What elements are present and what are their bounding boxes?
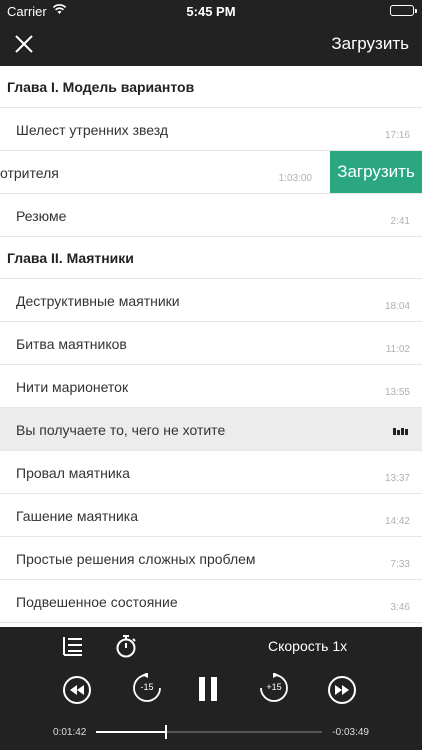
item-title: Гашение маятника (16, 508, 139, 524)
previous-button[interactable] (63, 676, 91, 704)
toc-button[interactable] (62, 636, 84, 656)
progress-fill (96, 731, 167, 733)
item-duration: 18:04 (384, 301, 410, 312)
item-duration: 3:46 (390, 602, 410, 613)
close-icon (15, 35, 33, 53)
list-item[interactable]: Подвешенное состояние 3:46 (0, 580, 422, 623)
pause-icon (199, 677, 205, 701)
progress-slider[interactable] (96, 725, 322, 739)
next-button[interactable] (328, 676, 356, 704)
item-duration: 17:16 (384, 130, 410, 141)
close-button[interactable] (8, 28, 40, 60)
list-item[interactable]: Деструктивные маятники 18:04 (0, 279, 422, 322)
list-item[interactable]: Гашение маятника 14:42 (0, 494, 422, 537)
timer-icon (116, 635, 136, 658)
next-icon (335, 685, 349, 695)
upload-button[interactable]: Загрузить (331, 34, 409, 54)
status-time: 5:45 PM (186, 4, 236, 19)
section-header: Глава II. Маятники (0, 237, 422, 279)
item-title: Деструктивные маятники (16, 293, 180, 309)
item-title: Нити марионеток (16, 379, 129, 395)
item-title: отрителя (0, 165, 59, 181)
item-title: Подвешенное состояние (16, 594, 178, 610)
item-duration: 14:42 (384, 516, 410, 527)
item-duration: 1:03:00 (278, 173, 312, 184)
item-title: Провал маятника (16, 465, 130, 481)
swipe-upload-button[interactable]: Загрузить (330, 151, 422, 193)
nav-bar: Загрузить (0, 22, 422, 66)
speed-button[interactable]: Скорость 1x (268, 638, 347, 654)
forward-15-button[interactable]: +15 (259, 673, 289, 703)
previous-icon (70, 685, 84, 695)
battery-icon (390, 5, 417, 16)
toc-icon (63, 637, 82, 656)
forward-label: +15 (266, 682, 282, 692)
now-playing-icon (393, 427, 408, 435)
item-duration: 11:02 (385, 344, 410, 355)
sleep-timer-button[interactable] (115, 634, 137, 658)
status-bar: Carrier 5:45 PM (0, 0, 422, 22)
item-duration: 7:33 (390, 559, 410, 570)
item-duration: 13:55 (384, 387, 410, 398)
list-item-swiped[interactable]: отрителя 1:03:00 Загрузить (0, 151, 422, 194)
item-duration: 13:37 (384, 473, 410, 484)
audio-player: Скорость 1x -15 +15 0:01:42 -0:03:49 (0, 627, 422, 750)
item-duration: 2:41 (390, 216, 410, 227)
list-item[interactable]: Битва маятников 11:02 (0, 322, 422, 365)
list-item[interactable]: Шелест утренних звезд 17:16 (0, 108, 422, 151)
progress-thumb[interactable] (165, 725, 168, 739)
section-header: Глава I. Модель вариантов (0, 66, 422, 108)
rewind-label: -15 (140, 682, 154, 692)
list-item[interactable]: Провал маятника 13:37 (0, 451, 422, 494)
chapter-list[interactable]: Глава I. Модель вариантов Шелест утренни… (0, 66, 422, 627)
item-title: Вы получаете то, чего не хотите (16, 422, 226, 438)
list-item[interactable]: Простые решения сложных проблем 7:33 (0, 537, 422, 580)
list-item[interactable]: Резюме 2:41 (0, 194, 422, 237)
item-title: Резюме (16, 208, 67, 224)
list-item-playing[interactable]: Вы получаете то, чего не хотите (0, 408, 422, 451)
rewind-15-button[interactable]: -15 (132, 673, 162, 703)
elapsed-time: 0:01:42 (53, 727, 87, 738)
remaining-time: -0:03:49 (332, 727, 369, 738)
item-title: Шелест утренних звезд (16, 122, 169, 138)
pause-button[interactable] (199, 677, 221, 701)
list-item[interactable]: Нити марионеток 13:55 (0, 365, 422, 408)
item-title: Битва маятников (16, 336, 127, 352)
item-title: Простые решения сложных проблем (16, 551, 256, 567)
